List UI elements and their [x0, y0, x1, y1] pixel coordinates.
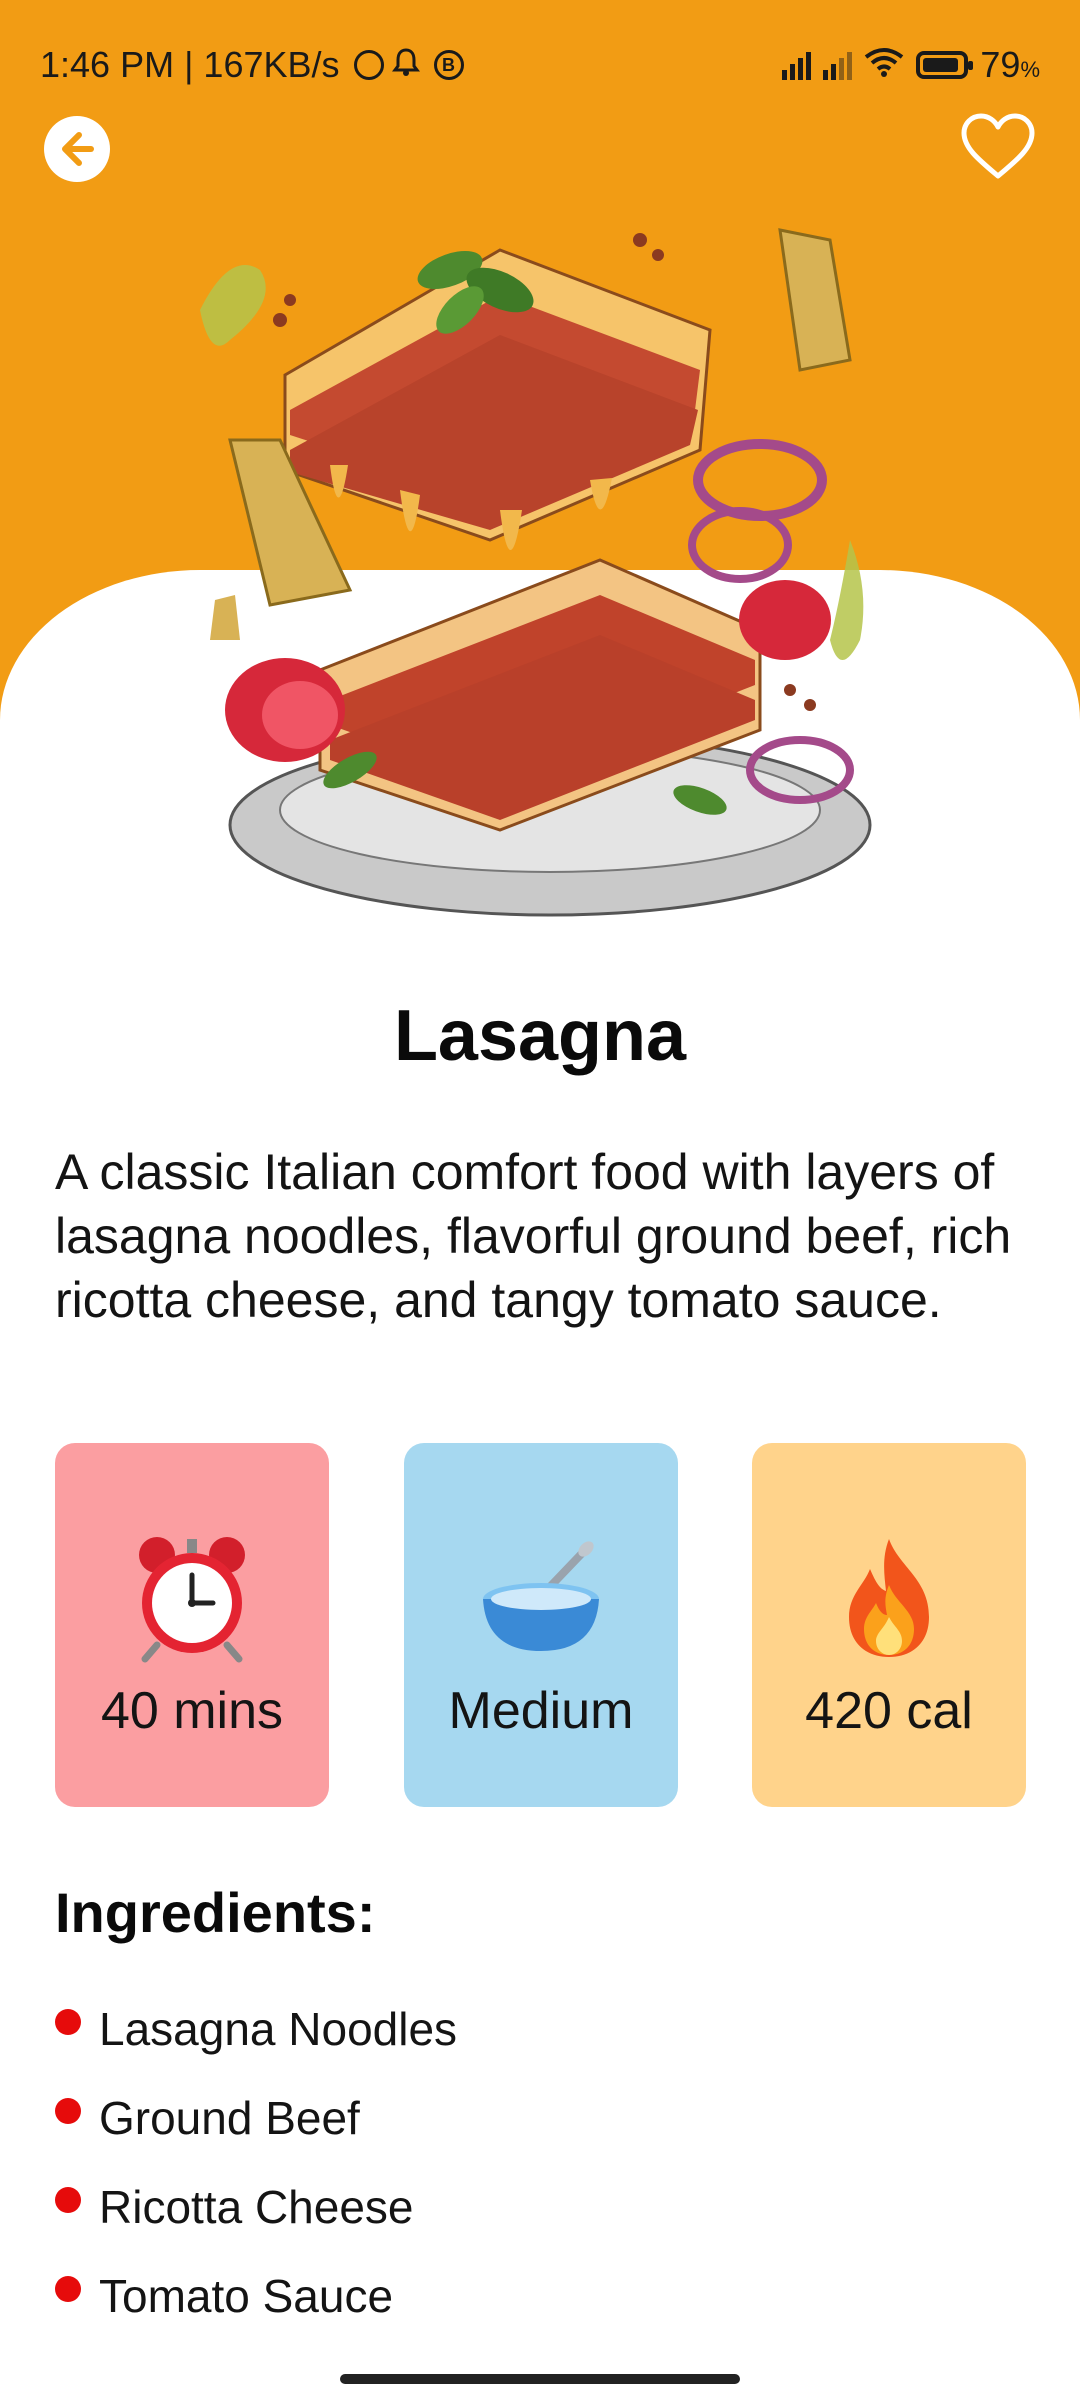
ingredient-name: Ground Beef: [99, 2091, 360, 2144]
ingredients-title: Ingredients:: [55, 1881, 376, 1944]
recipe-title: Lasagna: [393, 996, 687, 1076]
ingredient-name: Tomato Sauce: [99, 2269, 394, 2322]
arrow-left-icon: [62, 132, 94, 166]
alarm-status-icon: [353, 50, 384, 80]
signal-icon: [782, 50, 812, 80]
list-item: Tomato Sauce: [55, 2251, 457, 2340]
status-right: 79%: [782, 44, 1040, 86]
ingredients-list: Lasagna Noodles Ground Beef Ricotta Chee…: [55, 1984, 457, 2340]
notification-bell-icon: [391, 44, 420, 86]
lasagna-illustration: [170, 210, 930, 930]
status-left: 1:46 PM | 167KB/s B: [40, 44, 464, 86]
bullet-dot: [55, 2275, 81, 2302]
bullet-dot: [55, 2097, 81, 2124]
list-item: Lasagna Noodles: [55, 1984, 457, 2073]
b-badge-icon: B: [433, 50, 464, 80]
status-time: 1:46 PM | 167KB/s: [40, 44, 340, 85]
wifi-icon: [864, 44, 904, 86]
bullet-dot: [55, 2186, 81, 2213]
list-item: Ricotta Cheese: [55, 2162, 457, 2251]
home-indicator[interactable]: [340, 2374, 740, 2384]
battery-percent: 79%: [980, 44, 1040, 85]
alarm-clock-icon: [139, 1537, 245, 1663]
ingredient-name: Ricotta Cheese: [99, 2180, 414, 2233]
list-item: Ground Beef: [55, 2073, 457, 2162]
signal-2-icon: [823, 50, 853, 80]
bowl-spoon-icon: [483, 1541, 599, 1651]
fire-icon: [849, 1539, 929, 1657]
bullet-dot: [55, 2008, 81, 2035]
favorite-button[interactable]: [958, 110, 1038, 184]
calories-card: 420 cal: [752, 1443, 1026, 1807]
difficulty-value: Medium: [448, 1682, 634, 1740]
back-button[interactable]: [44, 116, 110, 182]
recipe-description: A classic Italian comfort food with laye…: [55, 1144, 1012, 1328]
ingredient-name: Lasagna Noodles: [99, 2002, 458, 2055]
time-value: 40 mins: [100, 1682, 284, 1740]
time-card: 40 mins: [55, 1443, 329, 1807]
status-bar: 1:46 PM | 167KB/s B 79%: [0, 0, 1080, 130]
recipe-stats: 40 mins Medium 420 cal: [55, 1443, 1027, 1807]
difficulty-card: Medium: [404, 1443, 678, 1807]
heart-outline-icon: [961, 113, 1035, 179]
battery-icon: [916, 51, 974, 79]
recipe-detail-screen: 1:46 PM | 167KB/s B 79% Lasagna A classi…: [0, 0, 1080, 2400]
calories-value: 420 cal: [805, 1682, 973, 1740]
